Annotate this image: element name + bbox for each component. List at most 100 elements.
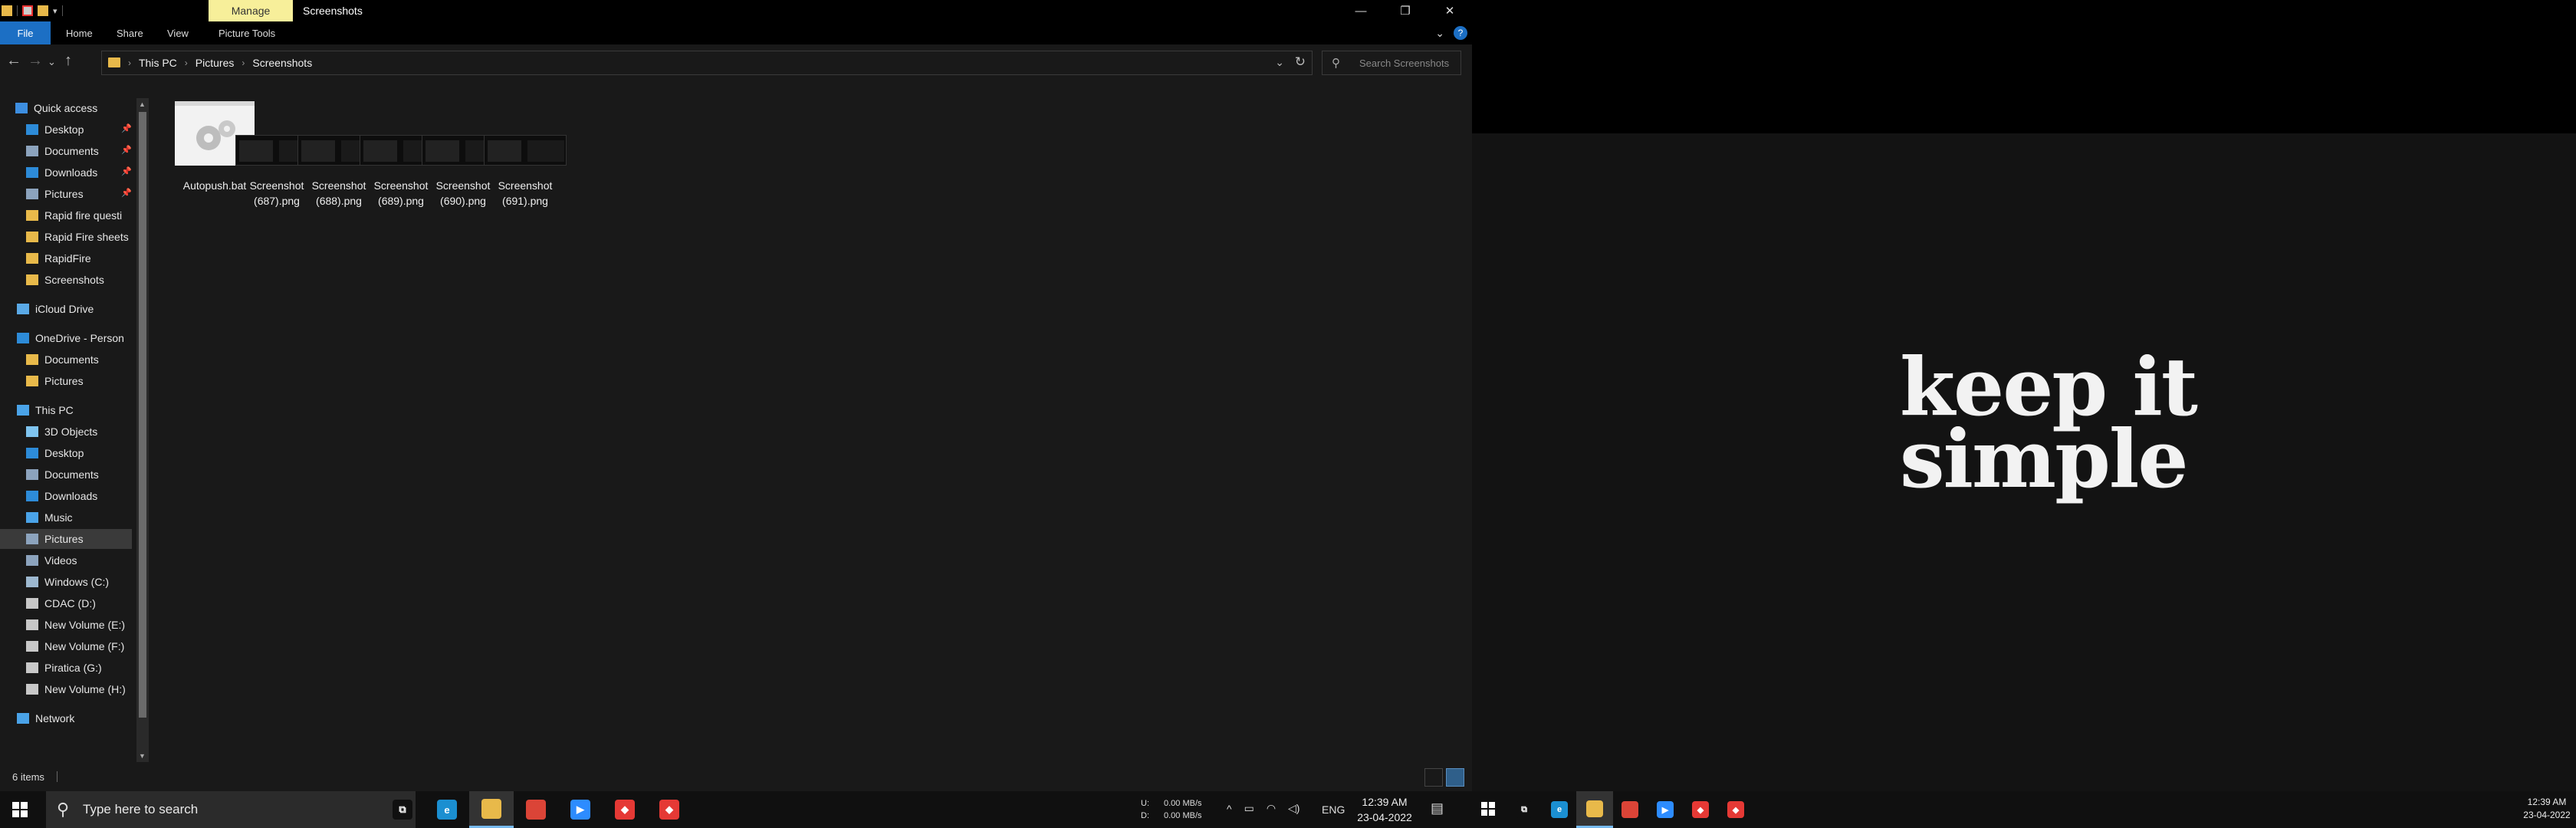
large-icons-view-button[interactable]: [1446, 768, 1464, 787]
nav-item[interactable]: Pictures: [0, 529, 132, 549]
action-center-icon[interactable]: ▤: [1431, 800, 1449, 817]
wifi-icon[interactable]: ◠: [1267, 802, 1276, 815]
taskbar-search-box[interactable]: ⚲ Type here to search: [46, 791, 416, 828]
nav-item[interactable]: Screenshots: [0, 270, 132, 290]
nav-item[interactable]: Desktop 📌: [0, 120, 132, 140]
scrollbar-thumb[interactable]: [139, 112, 146, 718]
address-dropdown-icon[interactable]: ⌄: [1275, 56, 1284, 69]
nav-item[interactable]: Desktop: [0, 443, 132, 463]
nav-item[interactable]: OneDrive - Person: [0, 328, 132, 348]
nav-item[interactable]: Pictures: [0, 371, 132, 391]
start-button[interactable]: [12, 802, 28, 817]
recent-locations-chevron-icon[interactable]: ⌄: [48, 56, 56, 68]
nav-item[interactable]: Piratica (G:): [0, 658, 132, 678]
nav-item[interactable]: Network: [0, 708, 132, 728]
taskbar-app-chrome[interactable]: [514, 791, 558, 828]
nav-item-label: Desktop: [44, 447, 84, 459]
chevron-right-icon[interactable]: ›: [242, 58, 245, 68]
secondary-taskbar-app-file-explorer[interactable]: [1576, 791, 1613, 828]
secondary-taskbar-app-task-view[interactable]: ⧉: [1506, 791, 1543, 828]
back-arrow-icon[interactable]: ←: [6, 52, 21, 70]
breadcrumb-this-pc[interactable]: This PC: [139, 57, 177, 69]
secondary-taskbar-app-zoom[interactable]: ▶: [1647, 791, 1684, 828]
pin-icon: 📌: [121, 124, 132, 133]
chevron-right-icon[interactable]: ›: [128, 58, 131, 68]
title-bar[interactable]: ▾ Manage Screenshots — ❐ ✕: [0, 0, 1472, 21]
file-explorer-icon: [481, 798, 501, 819]
taskbar-app-anydesk-2[interactable]: ◆: [647, 791, 692, 828]
nav-item[interactable]: Music: [0, 508, 132, 527]
help-icon[interactable]: ?: [1454, 26, 1467, 40]
search-placeholder: Search Screenshots: [1359, 58, 1450, 69]
minimize-button[interactable]: —: [1339, 0, 1383, 21]
expand-ribbon-icon[interactable]: ⌄: [1435, 27, 1444, 40]
nav-item[interactable]: 3D Objects: [0, 422, 132, 442]
input-language[interactable]: ENG: [1322, 803, 1345, 816]
nav-item[interactable]: Downloads: [0, 486, 132, 506]
address-bar[interactable]: › This PC › Pictures › Screenshots ⌄ ↻: [101, 51, 1313, 75]
nav-item[interactable]: This PC: [0, 400, 132, 420]
breadcrumb-pictures[interactable]: Pictures: [196, 57, 235, 69]
nav-item[interactable]: Rapid Fire sheets: [0, 227, 132, 247]
nav-item[interactable]: iCloud Drive: [0, 299, 132, 319]
taskbar-app-zoom[interactable]: ▶: [558, 791, 603, 828]
nav-item[interactable]: New Volume (H:): [0, 679, 132, 699]
start-button[interactable]: [1481, 802, 1497, 817]
properties-icon[interactable]: [22, 5, 33, 16]
tab-file[interactable]: File: [0, 21, 51, 44]
volume-icon[interactable]: ◁): [1288, 802, 1300, 815]
secondary-taskbar-app-chrome[interactable]: [1612, 791, 1648, 828]
nav-item-label: Desktop: [44, 123, 84, 136]
secondary-taskbar-app-anydesk-1[interactable]: ◆: [1682, 791, 1719, 828]
navigation-scrollbar[interactable]: ▲ ▼: [136, 98, 149, 762]
nav-item[interactable]: Quick access: [0, 98, 132, 118]
chrome-icon: [526, 800, 546, 820]
show-hidden-icons-icon[interactable]: ^: [1227, 803, 1232, 815]
new-folder-icon[interactable]: [38, 5, 48, 16]
nav-item[interactable]: Documents: [0, 465, 132, 485]
taskbar-app-edge[interactable]: e: [425, 791, 469, 828]
tab-share[interactable]: Share: [117, 21, 143, 44]
nav-item[interactable]: Windows (C:): [0, 572, 132, 592]
tab-home[interactable]: Home: [66, 21, 93, 44]
manage-contextual-tab[interactable]: Manage: [209, 0, 293, 21]
nav-item[interactable]: Documents 📌: [0, 141, 132, 161]
status-separator: [57, 771, 58, 782]
tab-picture-tools[interactable]: Picture Tools: [219, 21, 275, 44]
secondary-taskbar-app-anydesk-2[interactable]: ◆: [1717, 791, 1754, 828]
nav-item[interactable]: RapidFire: [0, 248, 132, 268]
nav-item[interactable]: Pictures 📌: [0, 184, 132, 204]
clock-date: 23-04-2022: [2523, 810, 2571, 820]
nav-item[interactable]: Downloads 📌: [0, 163, 132, 182]
tab-view[interactable]: View: [167, 21, 189, 44]
nav-item[interactable]: CDAC (D:): [0, 593, 132, 613]
videos-folder-icon: [26, 555, 38, 566]
scroll-down-icon[interactable]: ▼: [139, 752, 146, 760]
file-item[interactable]: Screenshot (691).png: [475, 101, 575, 209]
scroll-up-icon[interactable]: ▲: [139, 100, 146, 108]
battery-icon[interactable]: ▭: [1244, 802, 1254, 815]
qat-dropdown-icon[interactable]: ▾: [53, 6, 58, 16]
taskbar-app-file-explorer[interactable]: [469, 791, 514, 828]
nav-item[interactable]: New Volume (F:): [0, 636, 132, 656]
details-view-button[interactable]: [1424, 768, 1443, 787]
nav-item[interactable]: Videos: [0, 550, 132, 570]
up-arrow-icon[interactable]: ↑: [64, 52, 72, 70]
nav-item[interactable]: Rapid fire questi: [0, 205, 132, 225]
close-button[interactable]: ✕: [1428, 0, 1472, 21]
refresh-icon[interactable]: ↻: [1295, 54, 1306, 70]
folder-icon: [26, 376, 38, 386]
chevron-right-icon[interactable]: ›: [185, 58, 188, 68]
explorer-app-icon: [2, 5, 12, 16]
taskbar-app-task-view[interactable]: ⧉: [380, 791, 425, 828]
breadcrumb-screenshots[interactable]: Screenshots: [252, 57, 312, 69]
nav-item[interactable]: New Volume (E:): [0, 615, 132, 635]
forward-arrow-icon[interactable]: →: [28, 52, 43, 70]
restore-button[interactable]: ❐: [1383, 0, 1428, 21]
search-box[interactable]: ⚲ Search Screenshots: [1322, 51, 1461, 75]
nav-item[interactable]: Documents: [0, 350, 132, 370]
taskbar-app-anydesk-1[interactable]: ◆: [603, 791, 647, 828]
secondary-taskbar-app-edge[interactable]: e: [1541, 791, 1578, 828]
taskbar-clock[interactable]: 12:39 AM 23-04-2022: [1354, 794, 1415, 825]
secondary-taskbar-clock[interactable]: 12:39 AM 23-04-2022: [2522, 796, 2571, 822]
